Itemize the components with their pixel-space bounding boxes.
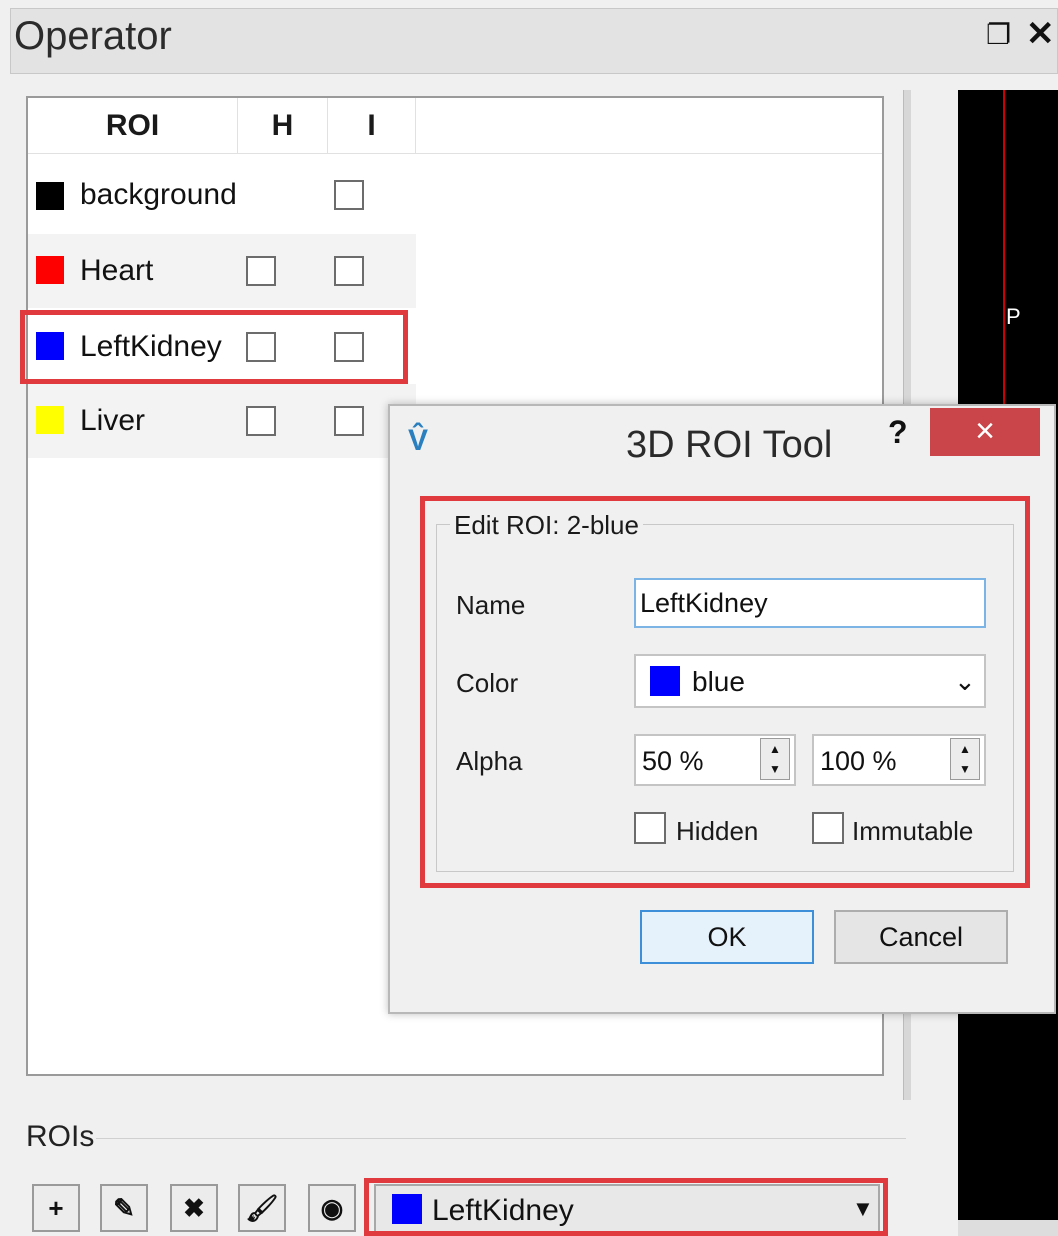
roi-color-swatch bbox=[36, 256, 64, 284]
roi-color-swatch bbox=[36, 406, 64, 434]
section-divider bbox=[96, 1138, 906, 1139]
h-checkbox[interactable] bbox=[246, 406, 276, 436]
close-icon[interactable]: ✕ bbox=[1026, 14, 1055, 54]
delete-icon[interactable]: ✖ bbox=[170, 1184, 218, 1232]
crosshair-line bbox=[1003, 90, 1005, 410]
column-header-i[interactable]: I bbox=[328, 98, 416, 154]
add-icon[interactable]: + bbox=[32, 1184, 80, 1232]
cancel-button[interactable]: Cancel bbox=[834, 910, 1008, 964]
i-checkbox[interactable] bbox=[334, 180, 364, 210]
orientation-label: P bbox=[1006, 304, 1021, 329]
roi-color-swatch bbox=[36, 182, 64, 210]
rois-section-label: ROIs bbox=[26, 1120, 95, 1153]
column-header-empty bbox=[416, 98, 882, 154]
column-header-h[interactable]: H bbox=[238, 98, 328, 154]
brush-icon[interactable]: 🖌 bbox=[238, 1184, 286, 1232]
combo-highlight-frame bbox=[364, 1178, 888, 1236]
help-icon[interactable]: ? bbox=[888, 414, 908, 451]
roi-name: Liver bbox=[80, 404, 146, 437]
i-checkbox[interactable] bbox=[334, 406, 364, 436]
viewer-scrollbar[interactable] bbox=[958, 1220, 1058, 1236]
roi-name: Heart bbox=[80, 254, 154, 287]
panel-title: Operator bbox=[14, 14, 172, 58]
column-header-roi[interactable]: ROI bbox=[28, 98, 238, 154]
h-checkbox[interactable] bbox=[246, 256, 276, 286]
group-highlight-frame bbox=[420, 496, 1030, 888]
pencil-icon[interactable]: ✎ bbox=[100, 1184, 148, 1232]
restore-icon[interactable]: ❐ bbox=[986, 18, 1011, 51]
i-checkbox[interactable] bbox=[334, 256, 364, 286]
app-logo-icon: V̂ bbox=[408, 424, 429, 457]
ok-button[interactable]: OK bbox=[640, 910, 814, 964]
dialog-title: 3D ROI Tool bbox=[626, 424, 833, 466]
row-highlight-frame bbox=[20, 310, 408, 384]
dialog-close-button[interactable]: × bbox=[930, 408, 1040, 456]
eye-icon[interactable]: ◉ bbox=[308, 1184, 356, 1232]
roi-name: background bbox=[80, 178, 237, 211]
